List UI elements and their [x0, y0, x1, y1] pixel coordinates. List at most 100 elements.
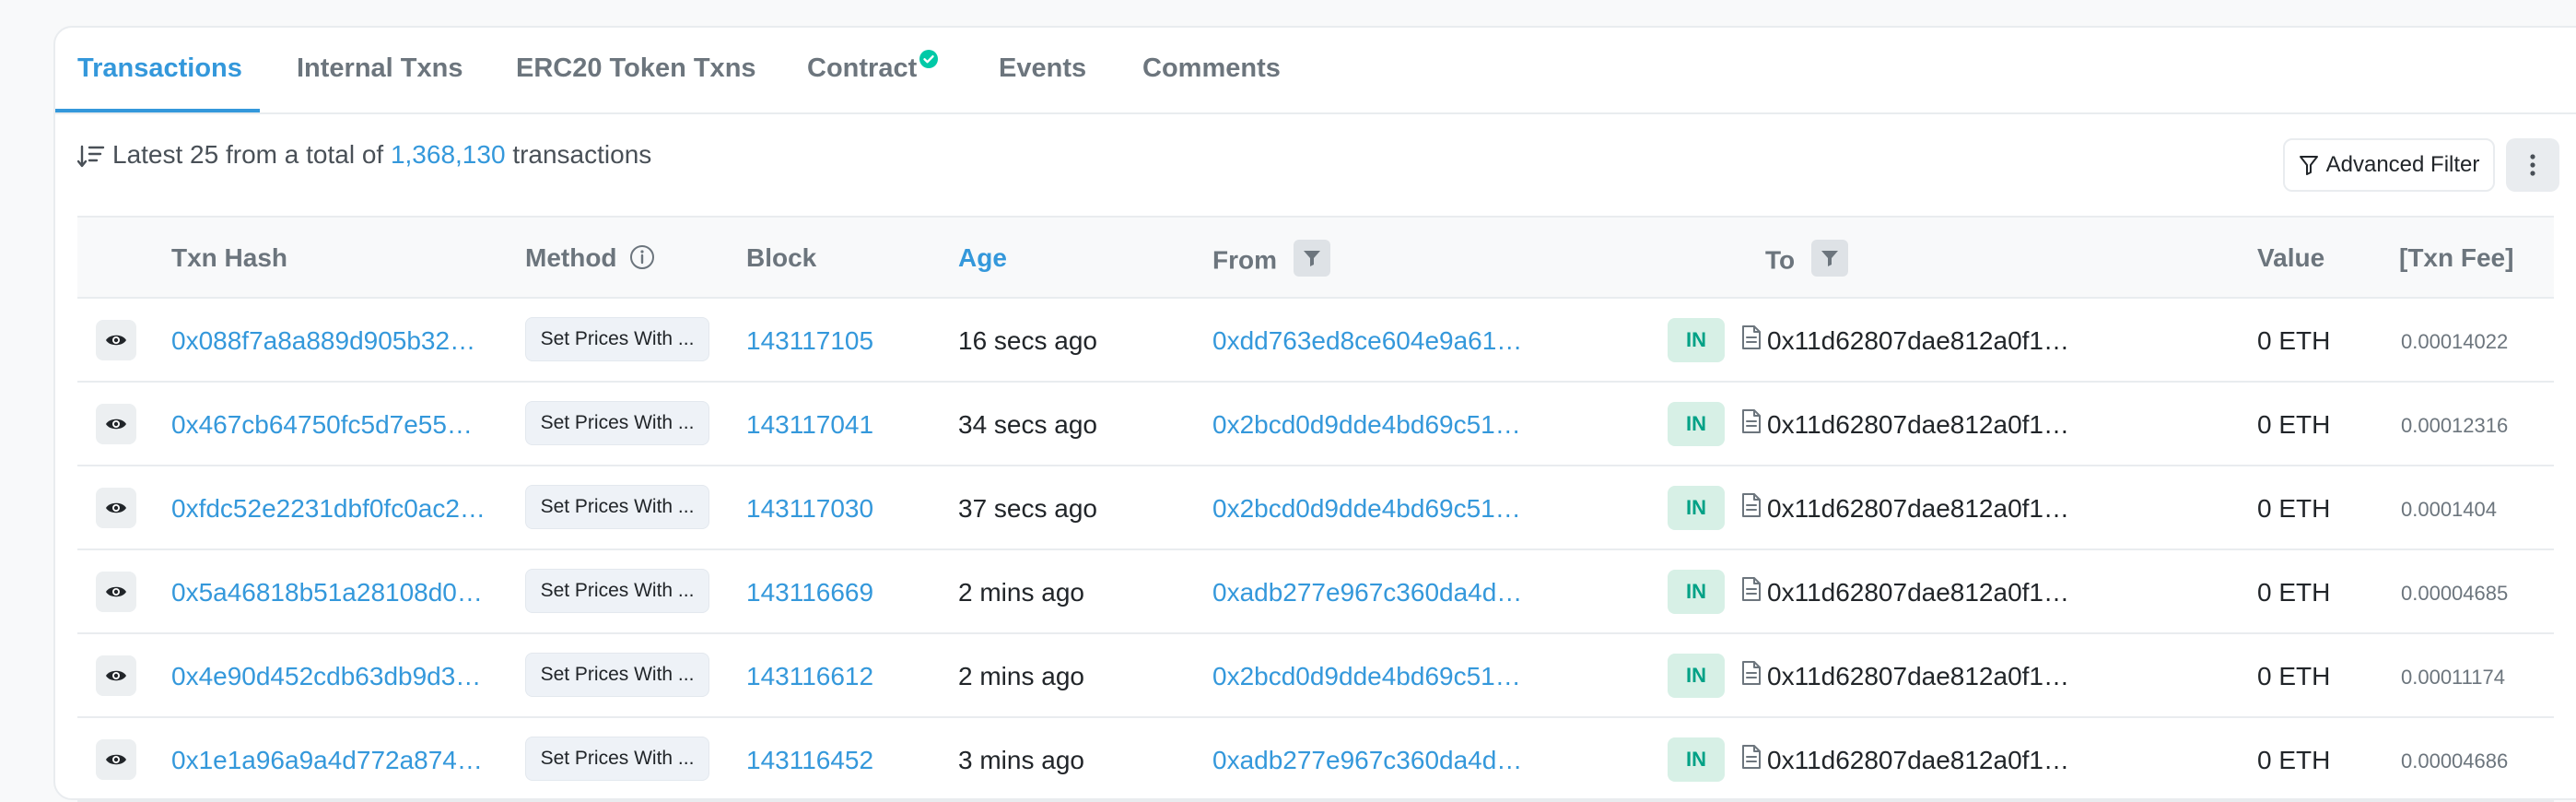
tab-comments[interactable]: Comments: [1142, 53, 1281, 84]
eye-icon: [106, 754, 126, 765]
column-header-to: To: [1765, 240, 1848, 280]
table-row: 0x5a46818b51a28108d0… Set Prices With ..…: [77, 550, 2554, 634]
active-tab-indicator: [55, 109, 260, 112]
method-badge: Set Prices With ...: [525, 401, 709, 445]
txn-hash-link[interactable]: 0x088f7a8a889d905b32…: [171, 326, 475, 356]
block-link[interactable]: 143117030: [746, 494, 873, 524]
table-row: 0x467cb64750fc5d7e55… Set Prices With ..…: [77, 383, 2554, 466]
summary-prefix: Latest 25 from a total of: [112, 140, 384, 169]
info-icon[interactable]: [629, 244, 655, 270]
value-text: 0 ETH: [2257, 662, 2331, 690]
age-text: 2 mins ago: [958, 578, 1084, 607]
column-header-method: Method: [525, 243, 655, 273]
from-address-link[interactable]: 0x2bcd0d9dde4bd69c51…: [1212, 662, 1521, 691]
to-filter-button[interactable]: [1810, 240, 1848, 277]
summary-total-count[interactable]: 1,368,130: [391, 140, 506, 169]
block-link[interactable]: 143116669: [746, 578, 873, 607]
to-address-link[interactable]: 0x11d62807dae812a0f1…: [1767, 494, 2069, 524]
contract-document-icon: [1742, 661, 1761, 685]
tab-bar: Transactions Internal Txns ERC20 Token T…: [55, 28, 2576, 114]
to-address-link[interactable]: 0x11d62807dae812a0f1…: [1767, 578, 2069, 607]
more-options-button[interactable]: [2506, 138, 2559, 192]
txn-hash-link[interactable]: 0x467cb64750fc5d7e55…: [171, 410, 473, 440]
tab-internal-txns[interactable]: Internal Txns: [297, 53, 463, 84]
transactions-summary: Latest 25 from a total of 1,368,130 tran…: [77, 140, 651, 170]
column-header-block: Block: [746, 243, 817, 272]
txn-fee-text: 0.00011174: [2401, 666, 2505, 689]
txn-hash-link[interactable]: 0x4e90d452cdb63db9d3…: [171, 662, 481, 691]
preview-button[interactable]: [96, 739, 136, 780]
direction-badge: IN: [1668, 318, 1725, 362]
method-badge: Set Prices With ...: [525, 653, 709, 697]
from-filter-button[interactable]: [1293, 240, 1330, 277]
tab-events[interactable]: Events: [999, 53, 1086, 84]
block-link[interactable]: 143117105: [746, 326, 873, 356]
value-text: 0 ETH: [2257, 326, 2331, 355]
column-header-age[interactable]: Age: [958, 243, 1007, 273]
eye-icon: [106, 335, 126, 346]
table-row: 0x1e1a96a9a4d772a874… Set Prices With ..…: [77, 718, 2554, 802]
age-text: 3 mins ago: [958, 746, 1084, 774]
preview-button[interactable]: [96, 655, 136, 696]
sort-descending-icon[interactable]: [77, 144, 105, 170]
block-link[interactable]: 143116452: [746, 746, 873, 775]
column-header-from-label: From: [1212, 245, 1277, 275]
method-badge: Set Prices With ...: [525, 485, 709, 529]
summary-suffix: transactions: [512, 140, 652, 169]
to-address-link[interactable]: 0x11d62807dae812a0f1…: [1767, 410, 2069, 440]
table-header: Txn Hash Method Block Age From To Value …: [77, 216, 2554, 299]
block-link[interactable]: 143117041: [746, 410, 873, 440]
from-address-link[interactable]: 0xadb277e967c360da4d…: [1212, 746, 1522, 775]
direction-badge: IN: [1668, 402, 1725, 446]
column-header-txn-hash: Txn Hash: [171, 243, 288, 272]
age-text: 37 secs ago: [958, 494, 1097, 523]
txn-fee-text: 0.0001404: [2401, 498, 2497, 521]
contract-document-icon: [1742, 745, 1761, 769]
direction-badge: IN: [1668, 654, 1725, 698]
age-text: 16 secs ago: [958, 326, 1097, 355]
table-row: 0xfdc52e2231dbf0fc0ac2… Set Prices With …: [77, 466, 2554, 550]
advanced-filter-label: Advanced Filter: [2325, 152, 2480, 177]
value-text: 0 ETH: [2257, 494, 2331, 523]
direction-badge: IN: [1668, 570, 1725, 614]
contract-document-icon: [1742, 493, 1761, 517]
txn-hash-link[interactable]: 0x1e1a96a9a4d772a874…: [171, 746, 483, 775]
eye-icon: [106, 670, 126, 681]
column-header-value: Value: [2257, 243, 2325, 272]
from-address-link[interactable]: 0x2bcd0d9dde4bd69c51…: [1212, 410, 1521, 440]
to-address-link[interactable]: 0x11d62807dae812a0f1…: [1767, 662, 2069, 691]
tab-contract[interactable]: Contract: [807, 53, 917, 84]
to-address-link[interactable]: 0x11d62807dae812a0f1…: [1767, 326, 2069, 356]
contract-document-icon: [1742, 325, 1761, 349]
txn-fee-text: 0.00004686: [2401, 749, 2509, 773]
preview-button[interactable]: [96, 320, 136, 360]
tab-erc20-token-txns[interactable]: ERC20 Token Txns: [516, 53, 756, 84]
more-vertical-icon: [2530, 154, 2535, 176]
direction-badge: IN: [1668, 486, 1725, 530]
column-header-from: From: [1212, 240, 1330, 280]
value-text: 0 ETH: [2257, 410, 2331, 439]
preview-button[interactable]: [96, 488, 136, 528]
txn-fee-text: 0.00004685: [2401, 582, 2509, 605]
from-address-link[interactable]: 0x2bcd0d9dde4bd69c51…: [1212, 494, 1521, 524]
verified-check-icon: [919, 50, 938, 68]
filter-icon: [1821, 251, 1838, 266]
eye-icon: [106, 419, 126, 430]
age-text: 2 mins ago: [958, 662, 1084, 690]
method-badge: Set Prices With ...: [525, 317, 709, 361]
column-header-txn-fee[interactable]: [Txn Fee]: [2399, 243, 2513, 273]
preview-button[interactable]: [96, 404, 136, 444]
txn-hash-link[interactable]: 0xfdc52e2231dbf0fc0ac2…: [171, 494, 486, 524]
method-badge: Set Prices With ...: [525, 569, 709, 613]
advanced-filter-button[interactable]: Advanced Filter: [2283, 138, 2495, 192]
eye-icon: [106, 586, 126, 597]
to-address-link[interactable]: 0x11d62807dae812a0f1…: [1767, 746, 2069, 775]
txn-fee-text: 0.00012316: [2401, 414, 2509, 437]
from-address-link[interactable]: 0xdd763ed8ce604e9a61…: [1212, 326, 1522, 356]
tab-transactions[interactable]: Transactions: [77, 53, 242, 84]
preview-button[interactable]: [96, 572, 136, 612]
from-address-link[interactable]: 0xadb277e967c360da4d…: [1212, 578, 1522, 607]
method-badge: Set Prices With ...: [525, 737, 709, 781]
txn-hash-link[interactable]: 0x5a46818b51a28108d0…: [171, 578, 483, 607]
block-link[interactable]: 143116612: [746, 662, 873, 691]
